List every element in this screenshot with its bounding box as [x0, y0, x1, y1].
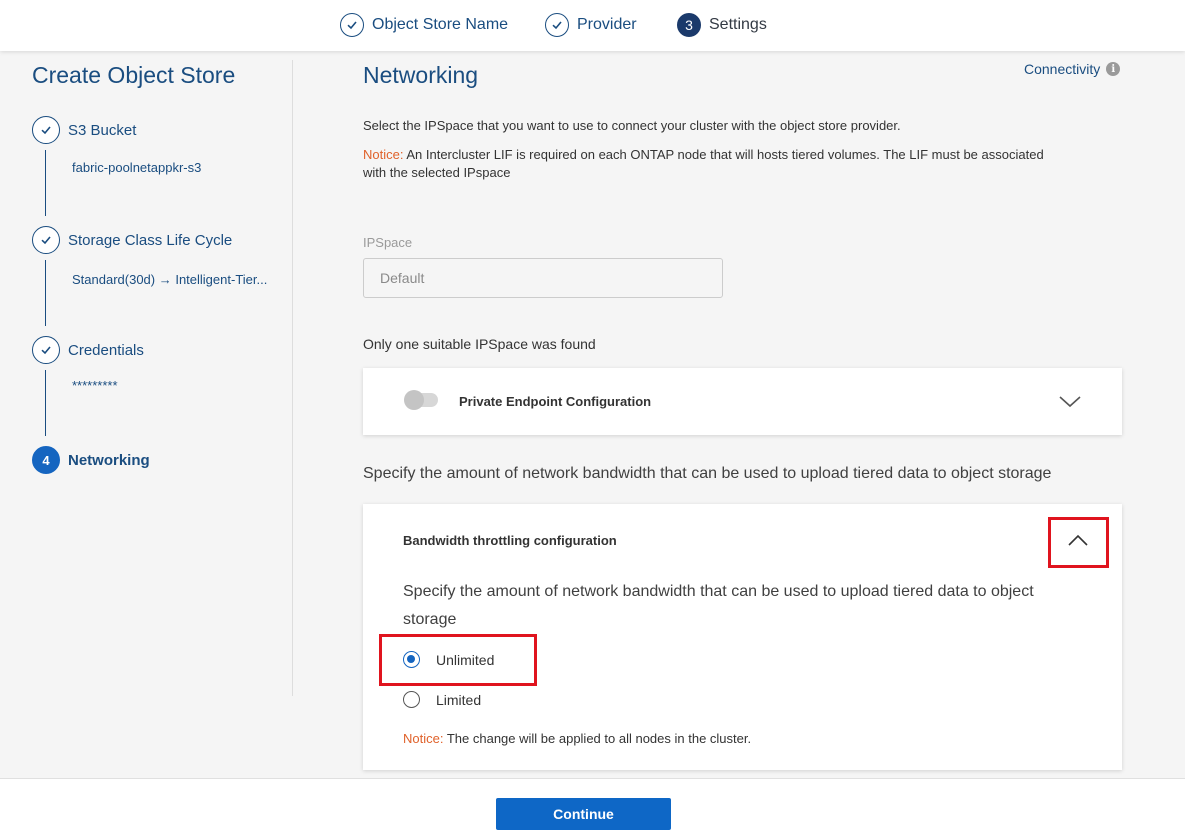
radio-button-checked[interactable]: [403, 651, 420, 668]
check-icon: [32, 116, 60, 144]
networking-description: Select the IPSpace that you want to use …: [363, 118, 901, 133]
sidebar-step-label: Storage Class Life Cycle: [68, 231, 233, 249]
radio-button[interactable]: [403, 691, 420, 708]
radio-limited[interactable]: Limited: [403, 691, 481, 708]
continue-button[interactable]: Continue: [496, 798, 671, 830]
sidebar-step-credentials[interactable]: Credentials: [32, 336, 144, 364]
sidebar-step-s3-bucket[interactable]: S3 Bucket: [32, 116, 136, 144]
notice-label: Notice:: [403, 731, 444, 746]
step-number-badge: 3: [677, 13, 701, 37]
bandwidth-card-description: Specify the amount of network bandwidth …: [403, 583, 1034, 628]
check-icon: [340, 13, 364, 37]
bandwidth-card: Bandwidth throttling configuration Speci…: [363, 504, 1122, 770]
bandwidth-description: Specify the amount of network bandwidth …: [363, 465, 1052, 482]
sidebar-step-value: *********: [72, 378, 118, 393]
ipspace-select[interactable]: Default: [363, 258, 723, 298]
sidebar-step-networking[interactable]: 4 Networking: [32, 446, 150, 474]
check-icon: [32, 336, 60, 364]
chevron-up-icon[interactable]: [1066, 529, 1090, 553]
stepper-step-provider[interactable]: Provider: [545, 12, 637, 38]
intercluster-notice: Notice: An Intercluster LIF is required …: [363, 146, 1063, 182]
radio-label: Unlimited: [436, 651, 495, 668]
footer-bar: Continue: [0, 778, 1185, 837]
step-number-badge: 4: [32, 446, 60, 474]
step-connector-line: [45, 260, 46, 326]
connectivity-link[interactable]: Connectivity i: [1024, 61, 1121, 77]
info-icon[interactable]: i: [1106, 62, 1121, 76]
sidebar-step-label: Networking: [68, 451, 150, 469]
step-connector-line: [45, 370, 46, 436]
private-endpoint-card: Private Endpoint Configuration: [363, 368, 1122, 435]
stepper-step-label: Provider: [577, 16, 637, 33]
toggle-knob: [404, 390, 424, 410]
notice-body: The change will be applied to all nodes …: [443, 731, 752, 746]
radio-unlimited[interactable]: Unlimited: [403, 651, 494, 668]
radio-label: Limited: [436, 691, 482, 708]
stepper-step-label: Settings: [709, 16, 767, 33]
bandwidth-notice: Notice: The change will be applied to al…: [403, 731, 751, 746]
notice-body: An Intercluster LIF is required on each …: [363, 147, 1044, 180]
ipspace-found-text: Only one suitable IPSpace was found: [363, 336, 596, 352]
wizard-stepper: Object Store Name Provider 3 Settings: [0, 0, 1185, 51]
check-icon: [545, 13, 569, 37]
stepper-step-label: Object Store Name: [372, 16, 509, 33]
private-endpoint-toggle[interactable]: [404, 390, 438, 410]
connectivity-label: Connectivity: [1024, 61, 1101, 77]
private-endpoint-title: Private Endpoint Configuration: [459, 394, 652, 409]
sidebar-step-value: Standard(30d) → Intelligent-Tier...: [72, 272, 268, 287]
bandwidth-card-title: Bandwidth throttling configuration: [403, 533, 617, 548]
sidebar-step-label: S3 Bucket: [68, 121, 137, 139]
notice-label: Notice:: [363, 147, 404, 162]
stepper-step-settings[interactable]: 3 Settings: [677, 12, 767, 38]
sidebar-title: Create Object Store: [32, 62, 236, 88]
sidebar-step-storage-class[interactable]: Storage Class Life Cycle: [32, 226, 232, 254]
step-connector-line: [45, 150, 46, 216]
chevron-down-icon[interactable]: [1058, 389, 1082, 413]
check-icon: [32, 226, 60, 254]
page-title: Networking: [363, 62, 479, 88]
stepper-step-object-store-name[interactable]: Object Store Name: [340, 12, 508, 38]
sidebar-step-value: fabric-poolnetappkr-s3: [72, 160, 202, 175]
sidebar-divider: [292, 60, 293, 696]
sidebar-step-label: Credentials: [68, 341, 144, 359]
ipspace-label: IPSpace: [363, 235, 413, 250]
